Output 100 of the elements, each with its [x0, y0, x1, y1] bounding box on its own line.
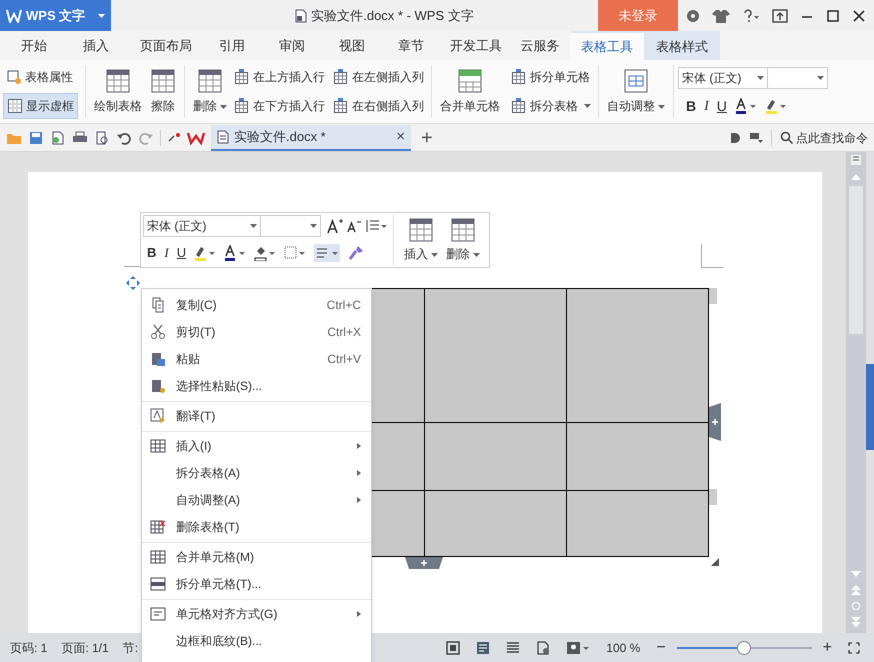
section-number: 节: [122, 640, 138, 656]
caret-icon [473, 252, 480, 257]
fit-window-icon[interactable] [848, 642, 860, 654]
line-spacing-icon[interactable] [365, 219, 387, 233]
context-menu-item[interactable]: 选择性粘贴(S)... [142, 372, 371, 399]
align-icon[interactable] [314, 244, 340, 262]
highlight-icon[interactable] [194, 245, 216, 261]
scrollbar-thumb[interactable] [849, 186, 863, 334]
insert-row-above-button[interactable]: 在上方插入行 [231, 64, 328, 90]
caret-icon [250, 224, 257, 228]
add-row-handle-icon[interactable] [405, 557, 443, 569]
vertical-scrollbar[interactable] [846, 152, 866, 633]
tab-close-button[interactable]: × [396, 129, 405, 144]
insert-row-below-icon [234, 98, 250, 114]
page-view-icon[interactable] [476, 640, 490, 654]
context-menu-item[interactable]: 合并单元格(M) [142, 542, 371, 570]
context-menu-item[interactable]: 翻译(T) [142, 401, 371, 429]
ribbon-tab[interactable]: 插入 [64, 31, 128, 60]
ribbon-tab[interactable]: 视图 [324, 31, 380, 60]
insert-column-left-button[interactable]: 在左侧插入列 [330, 64, 427, 90]
new-tab-button[interactable]: + [417, 128, 437, 148]
insert-row-below-button[interactable]: 在下方插入行 [231, 92, 328, 119]
context-menu-item[interactable]: 拆分单元格(T)... [142, 570, 371, 597]
eye-care-icon[interactable] [566, 640, 590, 654]
mini-font-dropdown[interactable]: 宋体 (正文) [143, 215, 261, 237]
export-icon[interactable] [50, 130, 66, 146]
zoom-in-button[interactable]: + [822, 640, 832, 656]
shirt-icon[interactable] [712, 8, 730, 22]
split-table-button[interactable]: 拆分表格 [508, 92, 594, 119]
context-menu-item[interactable]: 边框和底纹(B)... [142, 627, 371, 654]
shading-icon[interactable] [254, 245, 276, 261]
close-icon[interactable] [852, 8, 866, 22]
ribbon-tab[interactable]: 表格工具 [570, 31, 644, 60]
insert-column-right-button[interactable]: 在右侧插入列 [330, 92, 427, 119]
context-menu-item[interactable]: 剪切(T) Ctrl+X [142, 318, 371, 345]
outline-view-icon[interactable] [506, 640, 520, 654]
delete-button[interactable]: 删除 [189, 63, 231, 120]
italic-button[interactable]: I [704, 96, 709, 116]
ribbon-tab[interactable]: 云服务 [510, 31, 570, 60]
row-handle[interactable] [709, 288, 717, 304]
maximize-icon[interactable] [826, 8, 840, 22]
highlight-icon[interactable] [764, 98, 787, 114]
context-menu-item[interactable]: 复制(C) Ctrl+C [142, 291, 371, 318]
wps-logo-icon[interactable] [187, 130, 205, 144]
d-shape-icon[interactable] [729, 132, 741, 144]
scissors-icon [150, 324, 166, 340]
save-icon[interactable] [28, 130, 44, 146]
table-properties-button[interactable]: 表格属性 [3, 64, 78, 90]
move-handle-icon[interactable] [126, 276, 140, 290]
grow-font-icon[interactable] [327, 218, 343, 234]
erase-button[interactable]: 擦除 [146, 63, 180, 120]
merge-cells-button[interactable]: 合并单元格 [436, 63, 504, 120]
skin-icon[interactable] [686, 8, 700, 22]
format-painter-icon[interactable] [348, 245, 364, 261]
erase-icon [150, 68, 176, 94]
insert-table-button[interactable]: 插入 [400, 215, 442, 265]
context-menu-item[interactable]: 拆分表格(A) [142, 459, 371, 486]
bold-button[interactable]: B [686, 96, 696, 116]
context-menu-item[interactable]: 自动调整(A) [142, 486, 371, 513]
web-view-icon[interactable] [536, 640, 550, 654]
context-menu-item[interactable]: 插入(I) [142, 431, 371, 459]
ribbon-tab[interactable]: 审阅 [260, 31, 324, 60]
borders-icon[interactable] [284, 245, 306, 261]
show-gridlines-button[interactable]: 显示虚框 [3, 92, 78, 119]
split-cells-button[interactable]: 拆分单元格 [508, 64, 594, 90]
ribbon-tab[interactable]: 引用 [204, 31, 260, 60]
fullscreen-icon[interactable] [446, 640, 460, 654]
quick-access-menu-icon[interactable] [167, 130, 181, 144]
ribbon-tab[interactable]: 页面布局 [128, 31, 204, 60]
font-color-icon[interactable] [734, 98, 757, 114]
mini-bold-button[interactable]: B [147, 243, 156, 263]
context-menu-item[interactable]: 删除表格(T) [142, 513, 371, 540]
add-column-handle-icon[interactable] [709, 403, 721, 441]
draw-table-button[interactable]: 绘制表格 [90, 63, 146, 120]
app-menu-button[interactable]: WPS 文字 [0, 0, 111, 31]
context-menu-item[interactable]: 粘贴 Ctrl+V [142, 345, 371, 372]
draw-table-icon [105, 68, 131, 94]
font-color-icon[interactable] [224, 245, 246, 261]
row-handle[interactable] [709, 489, 717, 505]
preview-icon[interactable] [94, 130, 110, 146]
help-icon[interactable] [742, 8, 760, 22]
ruler-toggle-icon[interactable] [850, 154, 862, 166]
shrink-font-icon[interactable] [347, 219, 361, 233]
flag-icon[interactable] [749, 132, 763, 144]
mini-underline-button[interactable]: U [176, 243, 186, 263]
underline-button[interactable]: U [716, 96, 727, 116]
zoom-out-button[interactable]: − [656, 640, 666, 656]
font-name-dropdown[interactable]: 宋体 (正文) [678, 66, 768, 88]
ribbon-tab[interactable]: 章节 [380, 31, 442, 60]
command-search-field[interactable]: 点此查找命令 [780, 128, 868, 146]
delete-table-button[interactable]: 删除 [442, 215, 484, 265]
pin-window-icon[interactable] [772, 8, 788, 22]
zoom-slider-thumb[interactable] [737, 640, 752, 654]
ribbon-tab[interactable]: 开发工具 [442, 31, 510, 60]
mini-italic-button[interactable]: I [164, 243, 169, 263]
context-menu-item[interactable]: 单元格对齐方式(G) [142, 599, 371, 627]
document-tab[interactable]: 实验文件.docx * × [211, 124, 411, 150]
ribbon-tab[interactable]: 开始 [4, 31, 64, 60]
ribbon-tab[interactable]: 表格样式 [644, 31, 720, 60]
autofit-button[interactable]: 自动调整 [603, 63, 669, 120]
